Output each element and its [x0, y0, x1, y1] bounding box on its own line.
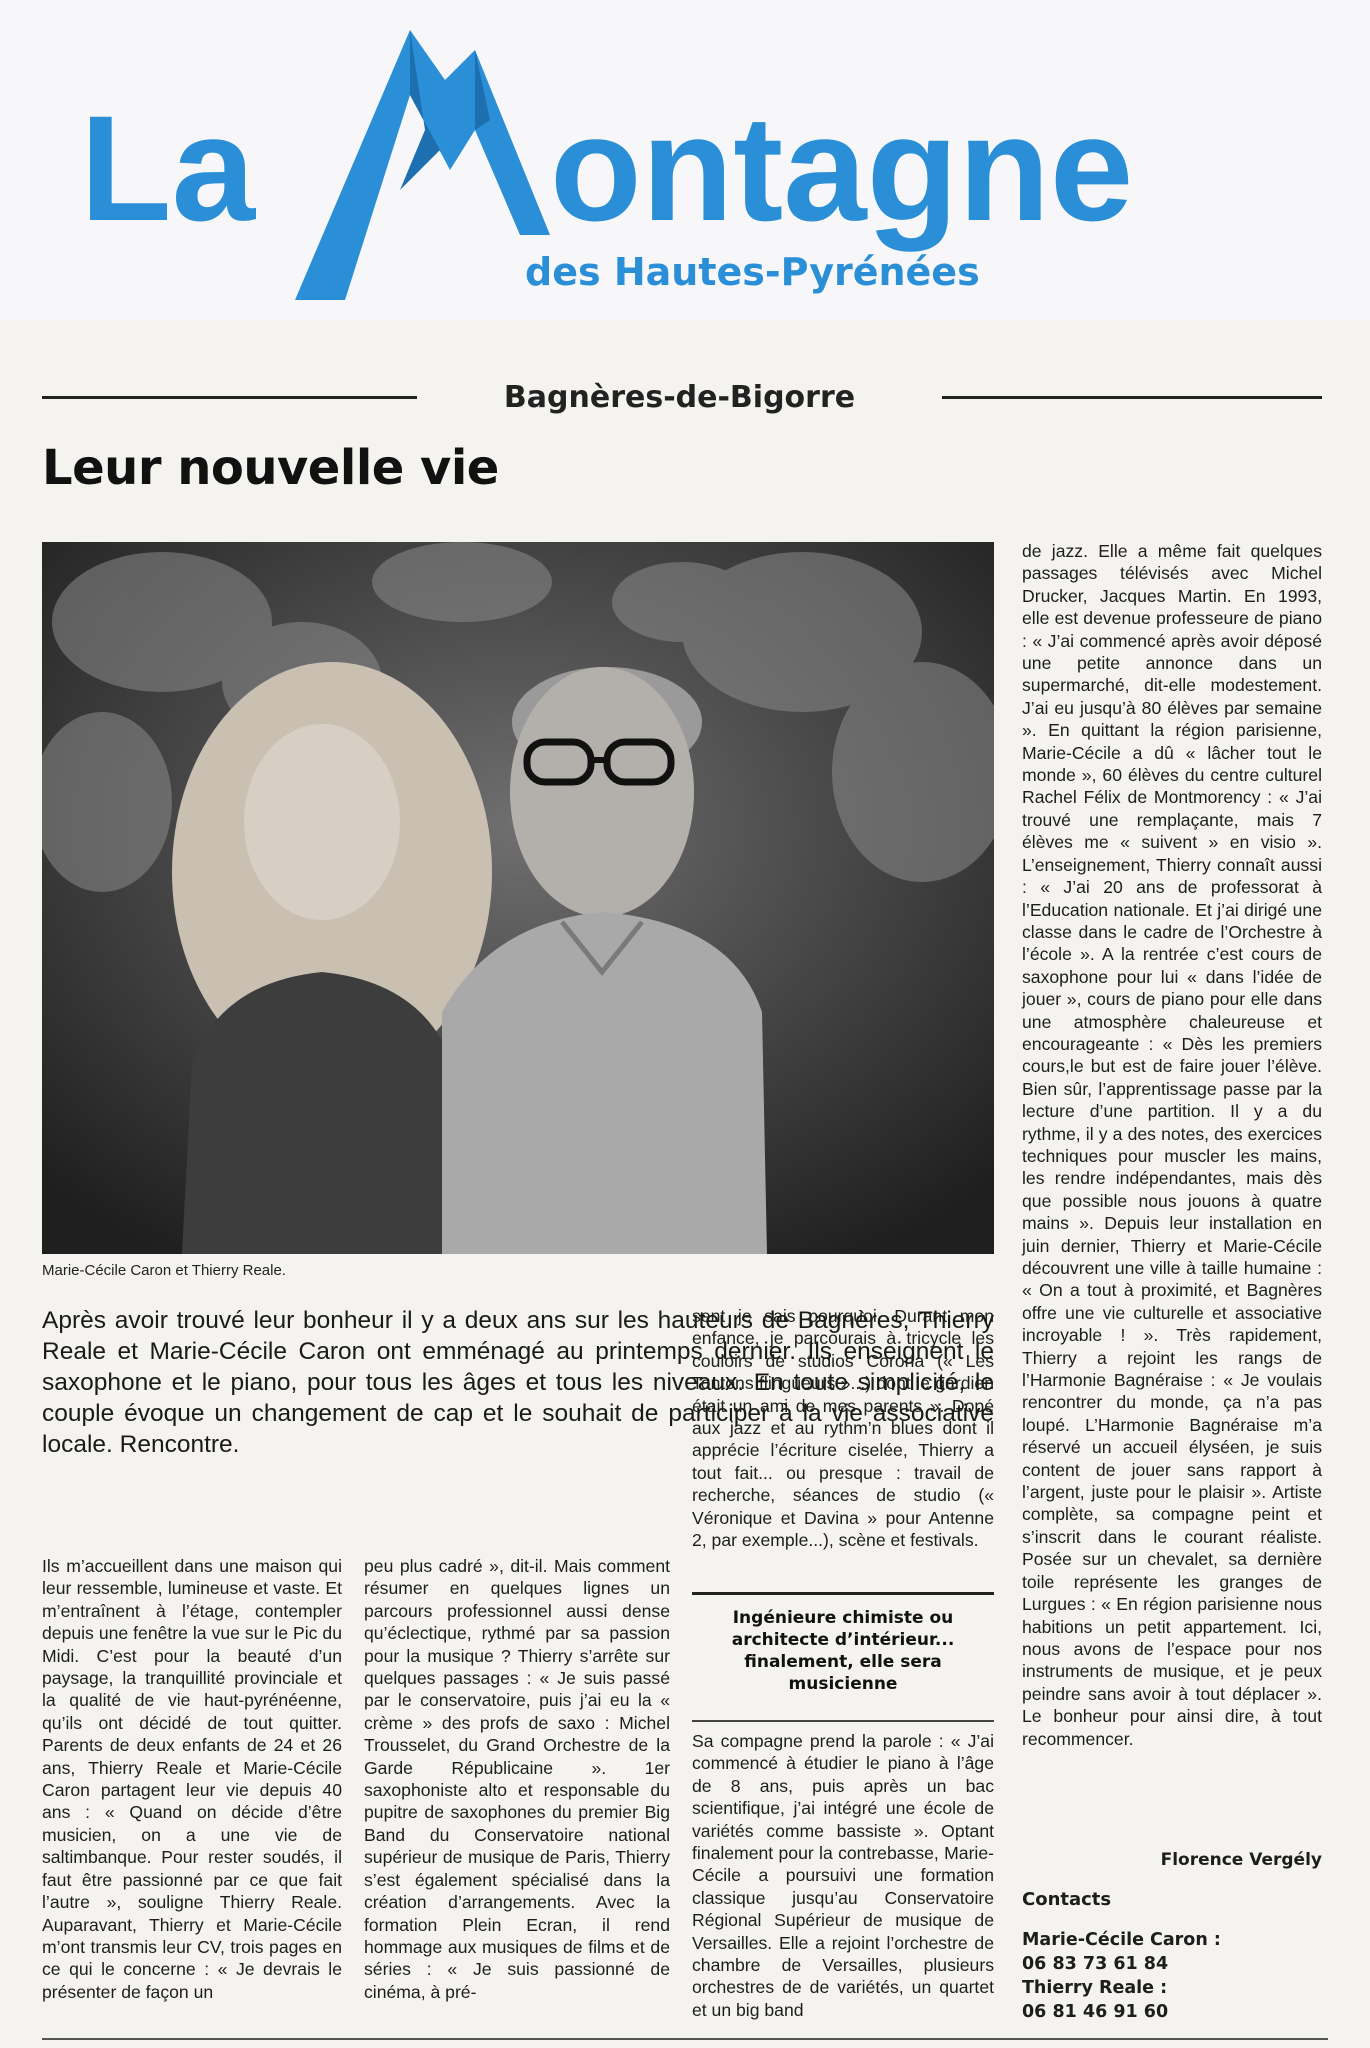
logo-text-la: La [80, 84, 257, 252]
mountain-m-icon [295, 30, 550, 300]
section-header: Bagnères-de-Bigorre [42, 380, 1322, 430]
contact-entry: Marie-Cécile Caron : 06 83 73 61 84 [1022, 1928, 1322, 1976]
photo-caption: Marie-Cécile Caron et Thierry Reale. [42, 1262, 286, 1279]
masthead: La ontagne des Hautes-Pyrénées [0, 0, 1370, 320]
newspaper-logo: La ontagne des Hautes-Pyrénées [80, 30, 1133, 300]
bottom-rule [42, 2038, 1328, 2040]
section-rule-right [942, 396, 1322, 399]
contacts-box: Contacts Marie-Cécile Caron : 06 83 73 6… [1022, 1888, 1322, 2024]
contact-entry: Thierry Reale : 06 81 46 91 60 [1022, 1976, 1322, 2024]
contact-phone: 06 83 73 61 84 [1022, 1954, 1169, 1974]
contact-phone: 06 81 46 91 60 [1022, 2002, 1169, 2022]
body-column-2: peu plus cadré », dit-il. Mais comment r… [364, 1556, 670, 2002]
body-column-4: de jazz. Elle a même fait quelques passa… [1022, 541, 1322, 1749]
section-rule-left [42, 396, 417, 399]
section-name: Bagnères-de-Bigorre [503, 380, 856, 415]
author-signature: Florence Vergély [1160, 1850, 1322, 1870]
contact-name: Marie-Cécile Caron : [1022, 1930, 1221, 1950]
body-column-3-bottom: Sa compagne prend la parole : « J’ai com… [692, 1720, 994, 2021]
logo-text-ontagne: ontagne [550, 84, 1133, 252]
body-column-1: Ils m’accueillent dans une maison qui le… [42, 1556, 342, 2002]
article-photo [42, 542, 994, 1254]
intertitle: Ingénieure chimiste ou architecte d’inté… [692, 1592, 994, 1695]
logo-subtitle: des Hautes-Pyrénées [525, 250, 980, 294]
body-column-3-top: sent je sais pourquoi. Durant mon enfanc… [692, 1306, 994, 1551]
headline: Leur nouvelle vie [42, 440, 499, 496]
contact-name: Thierry Reale : [1022, 1978, 1168, 1998]
contacts-title: Contacts [1022, 1889, 1112, 1910]
